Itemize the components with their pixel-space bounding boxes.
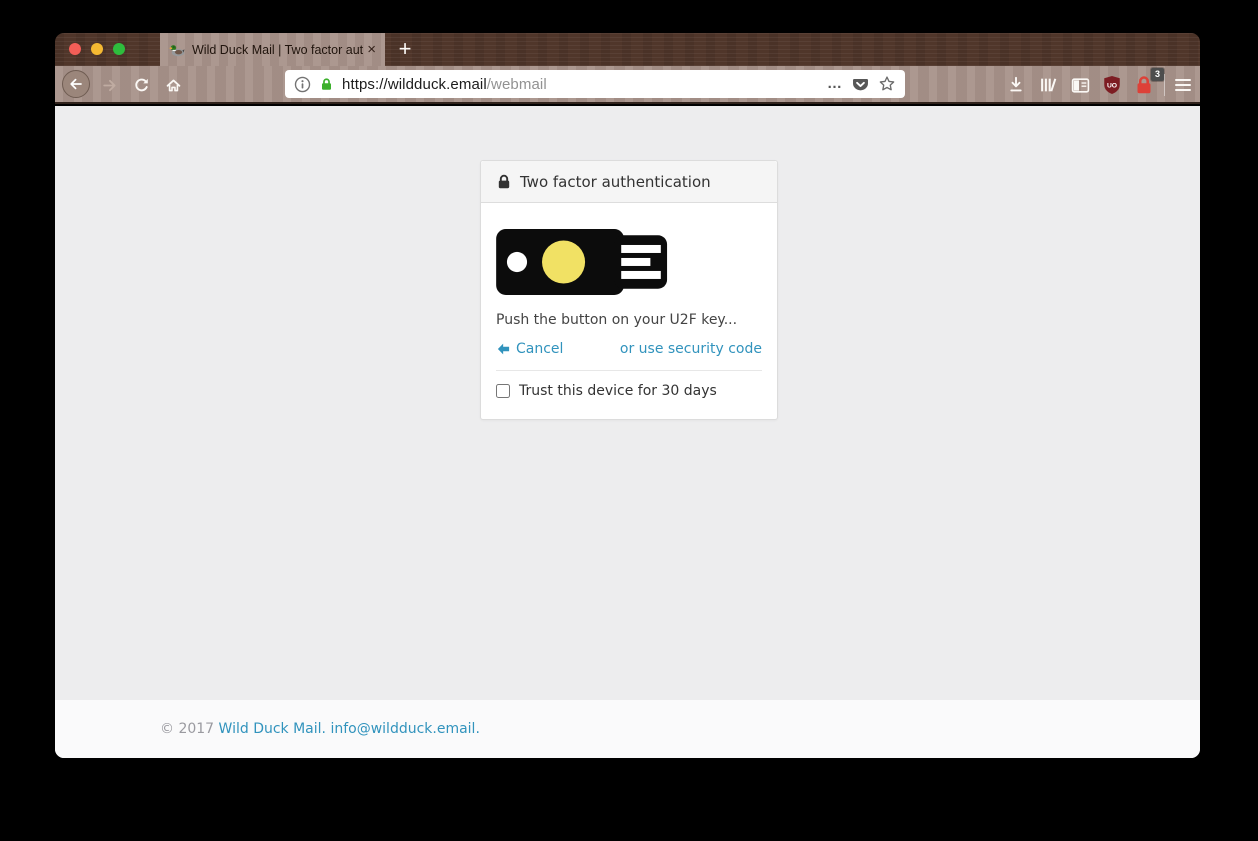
lock-icon: [496, 174, 512, 190]
navigation-toolbar: https://wildduck.email/webmail …: [55, 66, 1200, 104]
card-header: Two factor authentication: [481, 161, 777, 203]
extension-badge: 3: [1151, 68, 1164, 81]
url-bar[interactable]: https://wildduck.email/webmail …: [285, 70, 905, 98]
tab-active[interactable]: Wild Duck Mail | Two factor auth ×: [160, 33, 385, 66]
forward-arrow-icon: [101, 77, 118, 94]
use-security-code-link[interactable]: or use security code: [620, 341, 762, 357]
browser-window: Wild Duck Mail | Two factor auth × +: [55, 33, 1200, 758]
sidebar-toggle-button[interactable]: [1068, 74, 1092, 96]
left-arrow-icon: [496, 342, 511, 356]
card-body: Push the button on your U2F key... Cance…: [481, 203, 777, 419]
reload-icon: [133, 77, 150, 94]
url-path: /webmail: [487, 76, 547, 93]
pocket-icon[interactable]: [851, 75, 870, 94]
site-info-icon[interactable]: [294, 76, 311, 93]
page-footer: © 2017 Wild Duck Mail. info@wildduck.ema…: [55, 700, 1200, 758]
trust-label[interactable]: Trust this device for 30 days: [519, 383, 717, 399]
trust-checkbox[interactable]: [496, 384, 510, 398]
u2f-key-illustration: [496, 229, 670, 295]
page-actions-icon[interactable]: …: [827, 79, 843, 89]
back-button[interactable]: [62, 70, 90, 98]
instruction-text: Push the button on your U2F key...: [496, 312, 762, 328]
cancel-link[interactable]: Cancel: [496, 341, 563, 357]
url-text: https://wildduck.email/webmail: [342, 76, 547, 93]
home-icon: [165, 77, 182, 94]
bookmark-star-icon[interactable]: [878, 75, 896, 93]
ublock-extension-button[interactable]: UO: [1100, 74, 1124, 96]
https-lock-icon[interactable]: [319, 77, 334, 92]
card-title: Two factor authentication: [520, 173, 711, 191]
forward-button[interactable]: [99, 76, 119, 94]
links-row: Cancel or use security code: [496, 341, 762, 357]
email-link[interactable]: info@wildduck.email.: [330, 721, 479, 737]
cancel-label: Cancel: [516, 341, 563, 357]
ublock-shield-icon: UO: [1102, 75, 1122, 95]
traffic-lights: [69, 43, 125, 55]
reload-button[interactable]: [131, 75, 151, 95]
ublock-label: UO: [1107, 82, 1117, 89]
minimize-window-button[interactable]: [91, 43, 103, 55]
divider: [496, 370, 762, 371]
tab-bar: Wild Duck Mail | Two factor auth × +: [55, 33, 1200, 66]
new-tab-button[interactable]: +: [391, 35, 419, 63]
download-icon: [1007, 76, 1025, 94]
library-button[interactable]: [1036, 74, 1060, 96]
close-window-button[interactable]: [69, 43, 81, 55]
footer-text: © 2017 Wild Duck Mail. info@wildduck.ema…: [55, 721, 480, 737]
brand-link[interactable]: Wild Duck Mail.: [219, 721, 326, 737]
webpage-content: Two factor authentication Push the butto…: [55, 106, 1200, 758]
two-factor-card: Two factor authentication Push the butto…: [480, 160, 778, 420]
tab-title: Wild Duck Mail | Two factor auth: [192, 43, 363, 57]
back-arrow-icon: [68, 76, 84, 92]
copyright-text: © 2017: [160, 721, 214, 737]
privacy-extension-button[interactable]: 3: [1132, 74, 1156, 96]
url-host: https://wildduck.email: [342, 76, 487, 93]
home-button[interactable]: [163, 75, 183, 95]
toolbar-separator: [1164, 74, 1165, 96]
sidebar-icon: [1071, 77, 1090, 94]
trust-device-row: Trust this device for 30 days: [496, 383, 762, 399]
menu-button[interactable]: [1171, 73, 1195, 97]
duck-favicon: [169, 42, 185, 58]
tab-close-button[interactable]: ×: [367, 42, 376, 57]
downloads-button[interactable]: [1004, 74, 1028, 96]
zoom-window-button[interactable]: [113, 43, 125, 55]
hamburger-icon: [1175, 79, 1191, 91]
library-icon: [1039, 76, 1058, 94]
